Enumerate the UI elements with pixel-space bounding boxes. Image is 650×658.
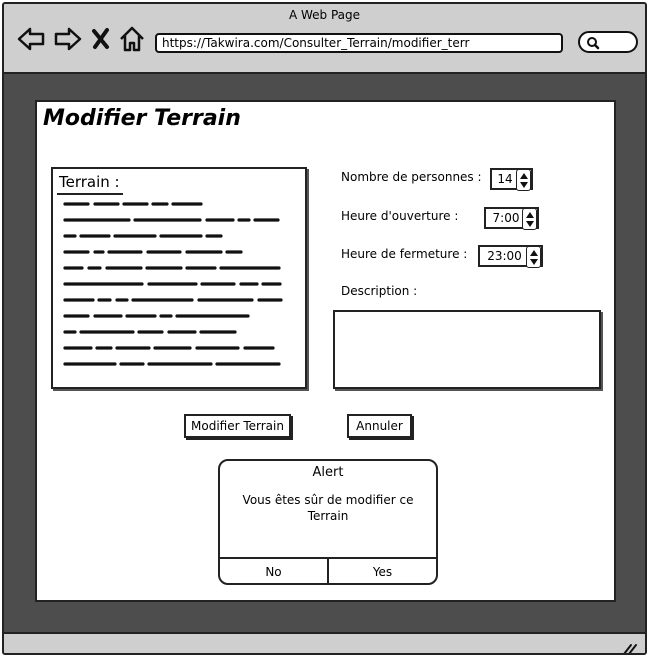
alert-yes-button[interactable]: Yes <box>329 559 436 583</box>
stepper-down-icon[interactable] <box>526 221 534 227</box>
heure-ouverture-label: Heure d'ouverture : <box>341 209 459 223</box>
stepper-arrows[interactable] <box>522 208 537 230</box>
heure-ouverture-stepper[interactable]: 7:00 <box>484 207 539 230</box>
heure-fermeture-value[interactable]: 23:00 <box>480 247 529 265</box>
back-arrow-icon[interactable] <box>16 24 46 54</box>
terrain-text-box: Terrain : <box>51 167 307 389</box>
close-x-icon[interactable] <box>90 24 112 54</box>
terrain-label-underline <box>57 193 123 195</box>
nombre-personnes-value[interactable]: 14 <box>492 170 518 188</box>
placeholder-text-scribble <box>63 202 283 366</box>
annuler-button[interactable]: Annuler <box>347 414 412 438</box>
alert-no-button[interactable]: No <box>220 559 327 583</box>
browser-titlebar: A Web Page https://Takwira.com/Consulter… <box>4 4 645 74</box>
nombre-personnes-label: Nombre de personnes : <box>341 170 482 184</box>
resize-grip-icon[interactable] <box>621 641 637 655</box>
browser-window: A Web Page https://Takwira.com/Consulter… <box>2 2 647 655</box>
status-bar <box>4 632 645 655</box>
alert-dialog: Alert Vous êtes sûr de modifier ce Terra… <box>218 459 438 585</box>
home-icon[interactable] <box>117 24 147 54</box>
page-panel: Modifier Terrain Terrain : Nombre de per… <box>35 100 616 602</box>
window-title: A Web Page <box>288 8 361 22</box>
forward-arrow-icon[interactable] <box>53 24 83 54</box>
heure-fermeture-stepper[interactable]: 23:00 <box>478 245 543 268</box>
address-bar[interactable]: https://Takwira.com/Consulter_Terrain/mo… <box>155 33 563 53</box>
heure-ouverture-value[interactable]: 7:00 <box>486 209 526 227</box>
browser-viewport: Modifier Terrain Terrain : Nombre de per… <box>4 74 645 632</box>
modifier-terrain-button[interactable]: Modifier Terrain <box>184 414 291 438</box>
stepper-up-icon[interactable] <box>526 212 534 218</box>
stepper-up-icon[interactable] <box>530 250 538 256</box>
stepper-up-icon[interactable] <box>520 173 528 179</box>
description-textarea[interactable] <box>333 310 601 389</box>
page-title: Modifier Terrain <box>43 106 241 131</box>
alert-title: Alert <box>312 465 344 480</box>
stepper-down-icon[interactable] <box>530 259 538 265</box>
stepper-down-icon[interactable] <box>520 182 528 188</box>
alert-message: Vous êtes sûr de modifier ce Terrain <box>242 493 414 523</box>
heure-fermeture-label: Heure de fermeture : <box>341 247 468 261</box>
description-label: Description : <box>341 284 418 298</box>
nombre-personnes-stepper[interactable]: 14 <box>490 168 533 191</box>
search-icon <box>587 37 600 50</box>
search-field[interactable] <box>578 31 638 53</box>
terrain-label: Terrain : <box>59 173 120 191</box>
stepper-arrows[interactable] <box>526 246 541 268</box>
stepper-arrows[interactable] <box>516 169 531 191</box>
